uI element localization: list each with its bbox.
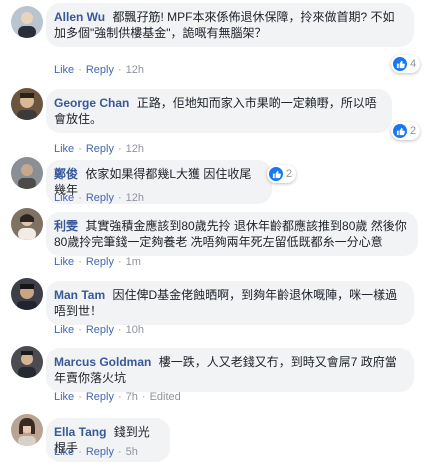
reply-link[interactable]: Reply	[86, 143, 114, 155]
avatar-image	[11, 346, 43, 378]
commenter-name[interactable]: 利雯	[54, 219, 78, 233]
avatar[interactable]	[11, 414, 43, 446]
reply-link[interactable]: Reply	[86, 446, 114, 458]
avatar-image	[11, 414, 43, 446]
like-reaction-icon	[393, 57, 407, 71]
comment-actions: Like · Reply · 1m	[54, 256, 141, 268]
like-link[interactable]: Like	[54, 64, 74, 76]
reply-link[interactable]: Reply	[86, 324, 114, 336]
reaction-number: 2	[410, 125, 417, 137]
avatar[interactable]	[11, 6, 43, 38]
like-link[interactable]: Like	[54, 324, 74, 336]
avatar-image	[11, 208, 43, 240]
like-link[interactable]: Like	[54, 391, 74, 403]
avatar-image	[11, 278, 43, 310]
comment-actions: Like · Reply · 5h	[54, 446, 138, 458]
comment-bubble: Allen Wu 都飄孖筋! MPF本來係佈退休保障，拎來做首期? 不如加多個"…	[46, 3, 414, 47]
avatar[interactable]	[11, 88, 43, 120]
reply-link[interactable]: Reply	[86, 391, 114, 403]
commenter-name[interactable]: Marcus Goldman	[54, 355, 151, 369]
comment-text: 其實強積金應該到80歲先拎 退休年齡都應該推到80歲 然後你80歲拎完筆錢一定夠…	[54, 219, 407, 249]
comment-text: 都飄孖筋! MPF本來係佈退休保障，拎來做首期? 不如加多個"強制供樓基金"，詭…	[54, 10, 395, 40]
comment-actions: Like · Reply · 12h	[54, 192, 145, 204]
avatar[interactable]	[11, 346, 43, 378]
reaction-count[interactable]: 2	[267, 165, 297, 183]
commenter-name[interactable]: 鄭俊	[54, 167, 78, 181]
avatar[interactable]	[11, 278, 43, 310]
comment-actions: Like · Reply · 10h	[54, 324, 145, 336]
like-link[interactable]: Like	[54, 143, 74, 155]
like-link[interactable]: Like	[54, 192, 74, 204]
reply-link[interactable]: Reply	[86, 256, 114, 268]
reply-link[interactable]: Reply	[86, 192, 114, 204]
comment-actions: Like · Reply · 12h	[54, 64, 145, 76]
comment-actions: Like · Reply · 12h	[54, 143, 145, 155]
like-link[interactable]: Like	[54, 256, 74, 268]
avatar[interactable]	[11, 208, 43, 240]
reaction-count[interactable]: 2	[391, 122, 421, 140]
timestamp[interactable]: 7h	[126, 391, 138, 403]
reaction-number: 2	[286, 168, 293, 180]
commenter-name[interactable]: Ella Tang	[54, 425, 106, 439]
comment-bubble: George Chan 正路，佢地知而家入市果啲一定賴嘢，所以唔會放住。	[46, 89, 392, 133]
comment-bubble: Marcus Goldman 樓一跌，人又老錢又冇，到時又會屌7 政府當年賣你落…	[46, 348, 414, 392]
edited-label[interactable]: Edited	[150, 391, 181, 403]
timestamp[interactable]: 5h	[126, 446, 138, 458]
like-reaction-icon	[393, 124, 407, 138]
like-reaction-icon	[269, 167, 283, 181]
timestamp[interactable]: 1m	[126, 256, 141, 268]
commenter-name[interactable]: Allen Wu	[54, 10, 105, 24]
timestamp[interactable]: 12h	[126, 192, 144, 204]
like-link[interactable]: Like	[54, 446, 74, 458]
comment-text: 因住俾D基金佬蝕晒啊，到夠年齡退休嘅陣，咪一樣過唔到世！	[54, 288, 398, 318]
reply-link[interactable]: Reply	[86, 64, 114, 76]
comment-actions: Like · Reply · 7h · Edited	[54, 391, 181, 403]
timestamp[interactable]: 12h	[126, 64, 144, 76]
avatar-image	[11, 6, 43, 38]
avatar[interactable]	[11, 157, 43, 189]
timestamp[interactable]: 12h	[126, 143, 144, 155]
reaction-number: 4	[410, 58, 417, 70]
commenter-name[interactable]: George Chan	[54, 96, 129, 110]
reaction-count[interactable]: 4	[391, 55, 421, 73]
timestamp[interactable]: 10h	[126, 324, 144, 336]
comment-bubble: Man Tam 因住俾D基金佬蝕晒啊，到夠年齡退休嘅陣，咪一樣過唔到世！	[46, 281, 414, 325]
avatar-image	[11, 88, 43, 120]
comment-bubble: 利雯 其實強積金應該到80歲先拎 退休年齡都應該推到80歲 然後你80歲拎完筆錢…	[46, 212, 418, 256]
avatar-image	[11, 157, 43, 189]
commenter-name[interactable]: Man Tam	[54, 288, 105, 302]
